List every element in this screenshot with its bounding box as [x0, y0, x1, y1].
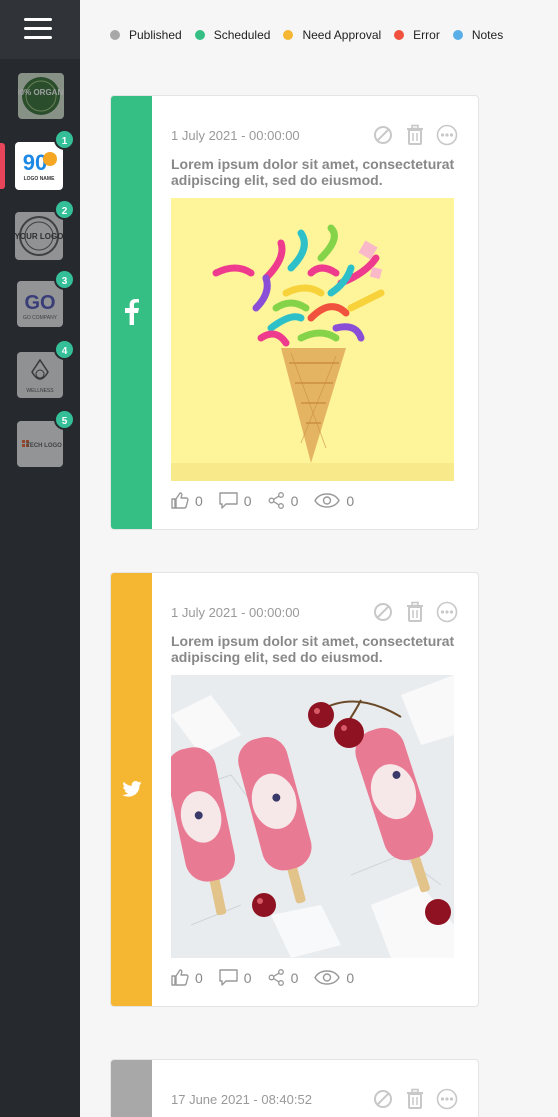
more-options-icon[interactable]	[436, 1088, 458, 1110]
account-badge: 2	[54, 199, 75, 220]
active-account-marker	[0, 143, 5, 189]
comments-stat[interactable]: 0	[219, 492, 252, 509]
comment-icon	[219, 969, 238, 986]
post-stats: 0 0 0 0	[171, 492, 370, 509]
legend-label: Scheduled	[213, 28, 271, 42]
block-icon[interactable]	[372, 1088, 394, 1110]
shares-stat[interactable]: 0	[268, 969, 299, 986]
comments-count: 0	[243, 969, 252, 986]
account-badge: 1	[54, 129, 75, 150]
shares-count: 0	[290, 969, 299, 986]
post-card[interactable]: 1 July 2021 - 00:00:00 Lorem ipsum dolor…	[110, 95, 479, 530]
account-90-logo[interactable]: 90 LOGO NAME	[15, 142, 63, 190]
dot-icon	[283, 30, 294, 40]
post-actions	[362, 124, 458, 146]
trash-icon[interactable]	[404, 124, 426, 146]
share-icon	[268, 492, 284, 509]
block-icon[interactable]	[372, 124, 394, 146]
block-icon[interactable]	[372, 601, 394, 623]
legend-need-approval[interactable]: Need Approval	[283, 28, 381, 42]
post-card[interactable]: 17 June 2021 - 08:40:52	[110, 1059, 479, 1117]
trash-icon[interactable]	[404, 601, 426, 623]
legend-label: Need Approval	[302, 28, 382, 42]
legend-label: Published	[129, 28, 182, 42]
facebook-icon	[111, 299, 152, 330]
dot-icon	[194, 30, 205, 40]
hamburger-menu-icon[interactable]	[24, 17, 52, 41]
post-actions	[362, 601, 458, 623]
logo-lettering: TECH LOGO	[26, 443, 62, 449]
views-count: 0	[346, 492, 355, 509]
account-wellness[interactable]: WELLNESS	[17, 352, 63, 398]
logo-lettering: 90	[23, 150, 47, 175]
status-strip	[111, 573, 152, 1006]
eye-icon	[314, 493, 341, 508]
account-tech-logo[interactable]: TECH LOGO	[17, 421, 63, 467]
trash-icon[interactable]	[404, 1088, 426, 1110]
logo-caption: LOGO NAME	[24, 176, 55, 182]
logo-lettering: WELLNESS	[26, 388, 54, 394]
popsicles-image	[171, 675, 454, 958]
likes-count: 0	[195, 492, 203, 509]
legend-scheduled[interactable]: Scheduled	[194, 28, 271, 42]
post-image[interactable]	[171, 198, 454, 481]
legend-published[interactable]: Published	[110, 28, 182, 42]
likes-stat[interactable]: 0	[171, 969, 203, 986]
more-options-icon[interactable]	[436, 601, 458, 623]
thumbs-up-icon	[171, 969, 189, 986]
shares-count: 0	[290, 492, 299, 509]
post-actions	[362, 1088, 458, 1110]
account-badge: 3	[54, 269, 75, 290]
post-text: Lorem ipsum dolor sit amet, consectetura…	[171, 633, 455, 665]
logo-lettering: GO	[24, 292, 55, 314]
legend-notes[interactable]: Notes	[452, 28, 504, 42]
account-go-company[interactable]: GO GO COMPANY	[17, 281, 63, 327]
post-date: 17 June 2021 - 08:40:52	[171, 1092, 312, 1107]
account-your-logo[interactable]: YOUR LOGO	[15, 212, 63, 260]
logo-lettering: YOUR LOGO	[15, 232, 63, 241]
post-text: Lorem ipsum dolor sit amet, consectetura…	[171, 156, 455, 188]
legend-label: Notes	[471, 28, 504, 42]
likes-count: 0	[195, 969, 203, 986]
views-stat[interactable]: 0	[314, 493, 354, 509]
logo-lettering: 100% ORGANIC	[18, 88, 64, 97]
views-stat[interactable]: 0	[314, 970, 354, 986]
account-badge: 5	[54, 409, 75, 430]
share-icon	[268, 969, 284, 986]
sidebar-header	[0, 0, 80, 59]
account-badge: 4	[54, 339, 75, 360]
legend-error[interactable]: Error	[394, 28, 440, 42]
comment-icon	[219, 492, 238, 509]
more-options-icon[interactable]	[436, 124, 458, 146]
status-legend: Published Scheduled Need Approval Error …	[110, 28, 516, 42]
likes-stat[interactable]: 0	[171, 492, 203, 509]
post-date: 1 July 2021 - 00:00:00	[171, 605, 300, 620]
legend-label: Error	[413, 28, 440, 42]
dot-icon	[110, 30, 120, 40]
dot-icon	[394, 30, 405, 40]
twitter-icon	[111, 781, 152, 802]
post-card[interactable]: 1 July 2021 - 00:00:00 Lorem ipsum dolor…	[110, 572, 479, 1007]
ice-cream-cone-image	[171, 198, 454, 481]
accounts-sidebar: 100% ORGANIC 90 LOGO NAME 1 YOUR LOGO 2 …	[0, 0, 80, 1117]
shares-stat[interactable]: 0	[268, 492, 299, 509]
status-strip	[111, 96, 152, 529]
post-image[interactable]	[171, 675, 454, 958]
post-date: 1 July 2021 - 00:00:00	[171, 128, 300, 143]
views-count: 0	[346, 969, 355, 986]
eye-icon	[314, 970, 341, 985]
account-organic-logo[interactable]: 100% ORGANIC	[18, 73, 64, 119]
dot-icon	[452, 30, 463, 40]
status-strip	[111, 1060, 152, 1117]
comments-stat[interactable]: 0	[219, 969, 252, 986]
post-stats: 0 0 0 0	[171, 969, 370, 986]
comments-count: 0	[243, 492, 252, 509]
thumbs-up-icon	[171, 492, 189, 509]
logo-caption: GO COMPANY	[23, 315, 58, 321]
